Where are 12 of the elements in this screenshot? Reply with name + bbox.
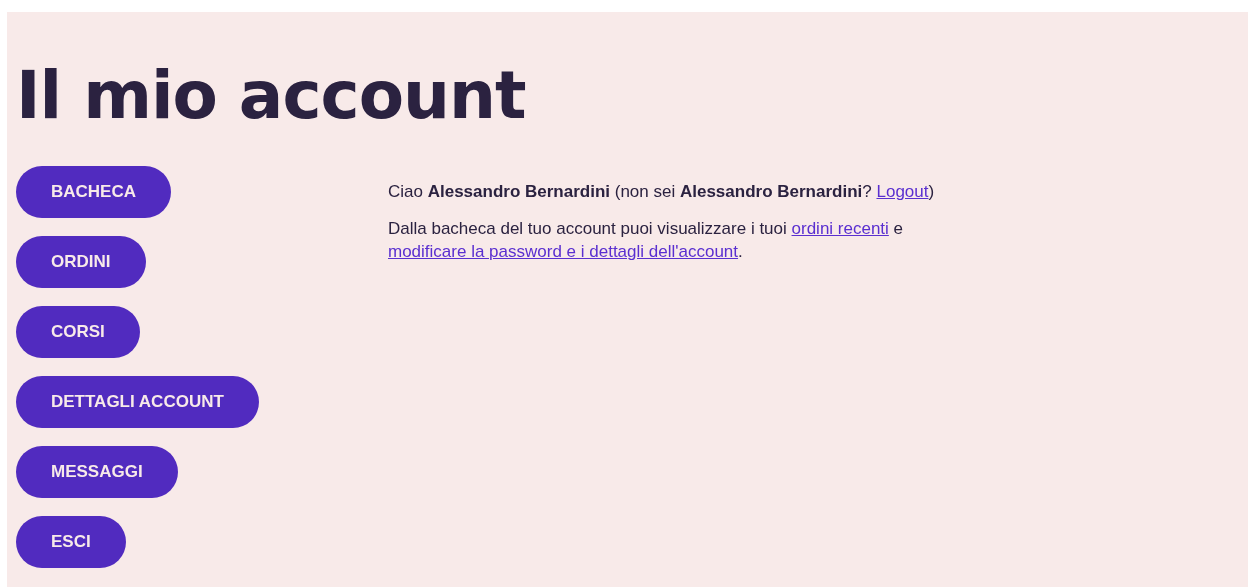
nav-button[interactable]: BACHECA [16, 166, 171, 218]
nav-button[interactable]: MESSAGGI [16, 446, 178, 498]
nav-button[interactable]: CORSI [16, 306, 140, 358]
text-link[interactable]: ordini recenti [791, 219, 889, 238]
page-title: Il mio account [16, 56, 527, 136]
paragraph: Dalla bacheca del tuo account puoi visualizzare i tuoi ordini recenti e modificare la password e i dettagli dell'account. [388, 218, 905, 263]
text-link[interactable]: Logout [876, 182, 929, 201]
nav-button[interactable]: ORDINI [16, 236, 146, 288]
nav-button[interactable]: DETTAGLI ACCOUNT [16, 376, 259, 428]
paragraph: Ciao Alessandro Bernardini (non sei Alessandro Bernardini? Logout) [388, 181, 936, 203]
text-link[interactable]: modificare la password e i dettagli dell'account [388, 242, 739, 261]
nav-button[interactable]: ESCI [16, 516, 126, 568]
